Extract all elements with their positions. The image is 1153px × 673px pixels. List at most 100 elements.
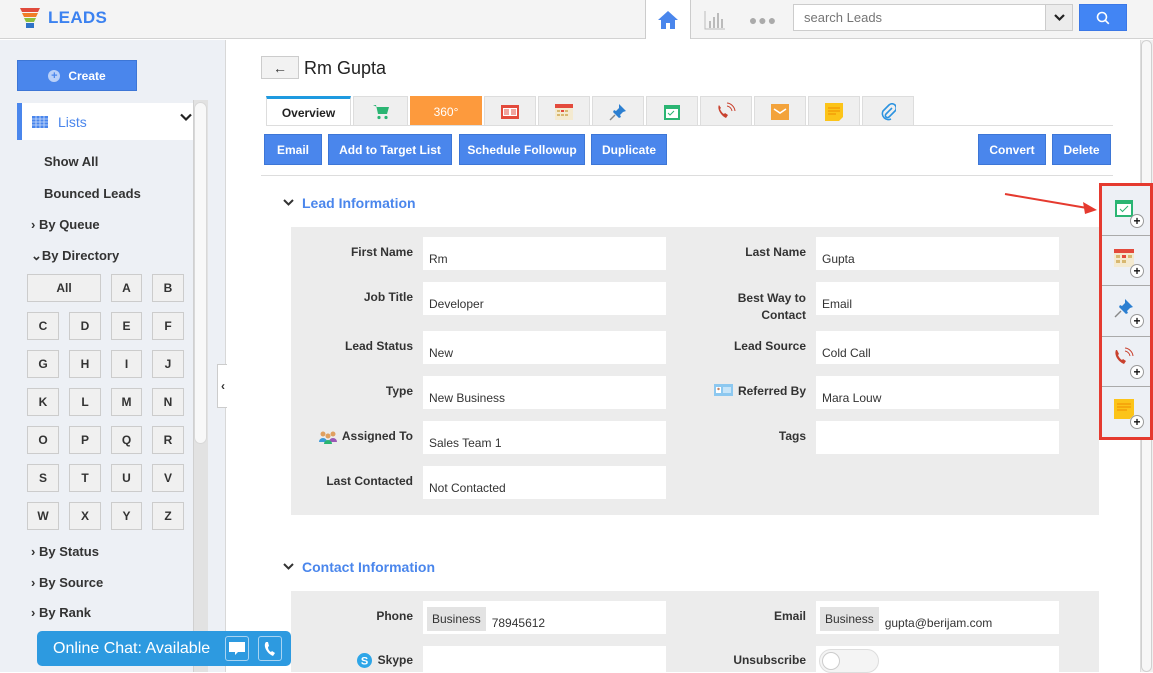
assigned-to-value[interactable]: Sales Team 1 — [423, 421, 666, 454]
directory-u[interactable]: U — [111, 464, 142, 492]
search-input[interactable] — [794, 5, 1044, 30]
home-button[interactable] — [645, 0, 691, 39]
sidebar-group-by-directory[interactable]: ⌄By Directory — [31, 248, 119, 264]
chevron-right-icon: › — [31, 217, 36, 232]
email-button[interactable]: Email — [264, 134, 322, 165]
email-value[interactable]: Business gupta@berijam.com — [816, 601, 1059, 634]
schedule-followup-button[interactable]: Schedule Followup — [459, 134, 585, 165]
first-name-value[interactable]: Rm — [423, 237, 666, 270]
sidebar-item-show-all[interactable]: Show All — [44, 154, 98, 169]
directory-m[interactable]: M — [111, 388, 142, 416]
search-dropdown[interactable] — [1045, 5, 1072, 30]
directory-f[interactable]: F — [152, 312, 184, 340]
referred-by-value[interactable]: Mara Louw — [816, 376, 1059, 409]
lead-information-header[interactable]: Lead Information — [283, 195, 416, 211]
add-call-button[interactable]: + — [1102, 337, 1150, 387]
tab-mail[interactable] — [754, 96, 806, 126]
directory-a[interactable]: A — [111, 274, 142, 302]
field-label: Skype — [377, 653, 413, 667]
add-note-button[interactable]: + — [1102, 387, 1150, 437]
tab-call[interactable] — [700, 96, 752, 126]
directory-r[interactable]: R — [152, 426, 184, 454]
chevron-left-icon: ‹ — [221, 379, 225, 393]
lead-status-value[interactable]: New — [423, 331, 666, 364]
add-event-button[interactable]: + — [1102, 236, 1150, 287]
last-contacted-value[interactable]: Not Contacted — [423, 466, 666, 499]
app-logo[interactable]: LEADS — [19, 6, 107, 30]
chat-button[interactable] — [225, 636, 249, 661]
directory-y[interactable]: Y — [111, 502, 142, 530]
sidebar-group-by-queue[interactable]: › By Queue — [31, 217, 100, 232]
add-pin-button[interactable]: + — [1102, 286, 1150, 337]
skype-value[interactable] — [423, 646, 666, 672]
tab-360[interactable]: 360° — [410, 96, 482, 126]
contact-information-header[interactable]: Contact Information — [283, 559, 435, 575]
tags-value[interactable] — [816, 421, 1059, 454]
sidebar-group-by-rank[interactable]: › By Rank — [31, 605, 91, 620]
group-label: By Directory — [41, 248, 120, 263]
page-title: Rm Gupta — [304, 58, 387, 78]
tab-overview[interactable]: Overview — [266, 96, 351, 126]
unsubscribe-toggle[interactable] — [819, 649, 879, 673]
sidebar-group-by-status[interactable]: › By Status — [31, 544, 99, 559]
assigned-to-label: Assigned To — [291, 429, 413, 444]
directory-c[interactable]: C — [27, 312, 59, 340]
directory-q[interactable]: Q — [111, 426, 142, 454]
tab-note[interactable] — [808, 96, 860, 126]
directory-t[interactable]: T — [69, 464, 101, 492]
tab-pin[interactable] — [592, 96, 644, 126]
directory-g[interactable]: G — [27, 350, 59, 378]
directory-k[interactable]: K — [27, 388, 59, 416]
tab-calendar[interactable] — [538, 96, 590, 126]
add-task-button[interactable]: + — [1102, 186, 1150, 237]
field-label: Lead Status — [344, 339, 413, 353]
add-to-target-list-button[interactable]: Add to Target List — [328, 134, 452, 165]
tab-news[interactable] — [484, 96, 536, 126]
directory-p[interactable]: P — [69, 426, 101, 454]
directory-b[interactable]: B — [152, 274, 184, 302]
lists-header[interactable]: Lists — [17, 103, 194, 140]
last-name-value[interactable]: Gupta — [816, 237, 1059, 270]
directory-e[interactable]: E — [111, 312, 142, 340]
directory-x[interactable]: X — [69, 502, 101, 530]
directory-n[interactable]: N — [152, 388, 184, 416]
search-button[interactable] — [1079, 4, 1127, 31]
type-value[interactable]: New Business — [423, 376, 666, 409]
more-button[interactable]: ●●● — [748, 0, 778, 39]
convert-button[interactable]: Convert — [978, 134, 1046, 165]
directory-l[interactable]: L — [69, 388, 101, 416]
best-way-to-contact-value[interactable]: Email — [816, 282, 1059, 315]
field-label: Assigned To — [341, 429, 413, 443]
back-button[interactable]: ← — [261, 56, 299, 79]
job-title-value[interactable]: Developer — [423, 282, 666, 315]
directory-v[interactable]: V — [152, 464, 184, 492]
sidebar-scrollbar[interactable] — [194, 102, 207, 444]
directory-all[interactable]: All — [27, 274, 101, 302]
online-chat-widget[interactable]: Online Chat: Available — [37, 631, 291, 666]
directory-h[interactable]: H — [69, 350, 101, 378]
sticky-note-icon — [1114, 398, 1134, 419]
chevron-down-icon: ⌄ — [31, 248, 42, 263]
sidebar-item-bounced-leads[interactable]: Bounced Leads — [44, 186, 141, 201]
reports-button[interactable] — [700, 0, 730, 39]
directory-d[interactable]: D — [69, 312, 101, 340]
sidebar-group-by-source[interactable]: › By Source — [31, 575, 103, 590]
lead-source-value[interactable]: Cold Call — [816, 331, 1059, 364]
duplicate-button[interactable]: Duplicate — [591, 134, 667, 165]
tab-task[interactable] — [646, 96, 698, 126]
directory-w[interactable]: W — [27, 502, 59, 530]
record-tabs: Overview 360° — [266, 96, 916, 126]
call-button[interactable] — [258, 636, 282, 661]
lead-information-panel: First Name Rm Job Title Developer Lead S… — [291, 227, 1099, 515]
phone-value[interactable]: Business 78945612 — [423, 601, 666, 634]
create-button[interactable]: + Create — [17, 60, 137, 91]
directory-s[interactable]: S — [27, 464, 59, 492]
directory-o[interactable]: O — [27, 426, 59, 454]
quick-add-panel: + + + + + — [1099, 183, 1153, 440]
directory-i[interactable]: I — [111, 350, 142, 378]
directory-j[interactable]: J — [152, 350, 184, 378]
tab-cart[interactable] — [353, 96, 408, 126]
delete-button[interactable]: Delete — [1052, 134, 1111, 165]
tab-attachment[interactable] — [862, 96, 914, 126]
directory-z[interactable]: Z — [152, 502, 184, 530]
